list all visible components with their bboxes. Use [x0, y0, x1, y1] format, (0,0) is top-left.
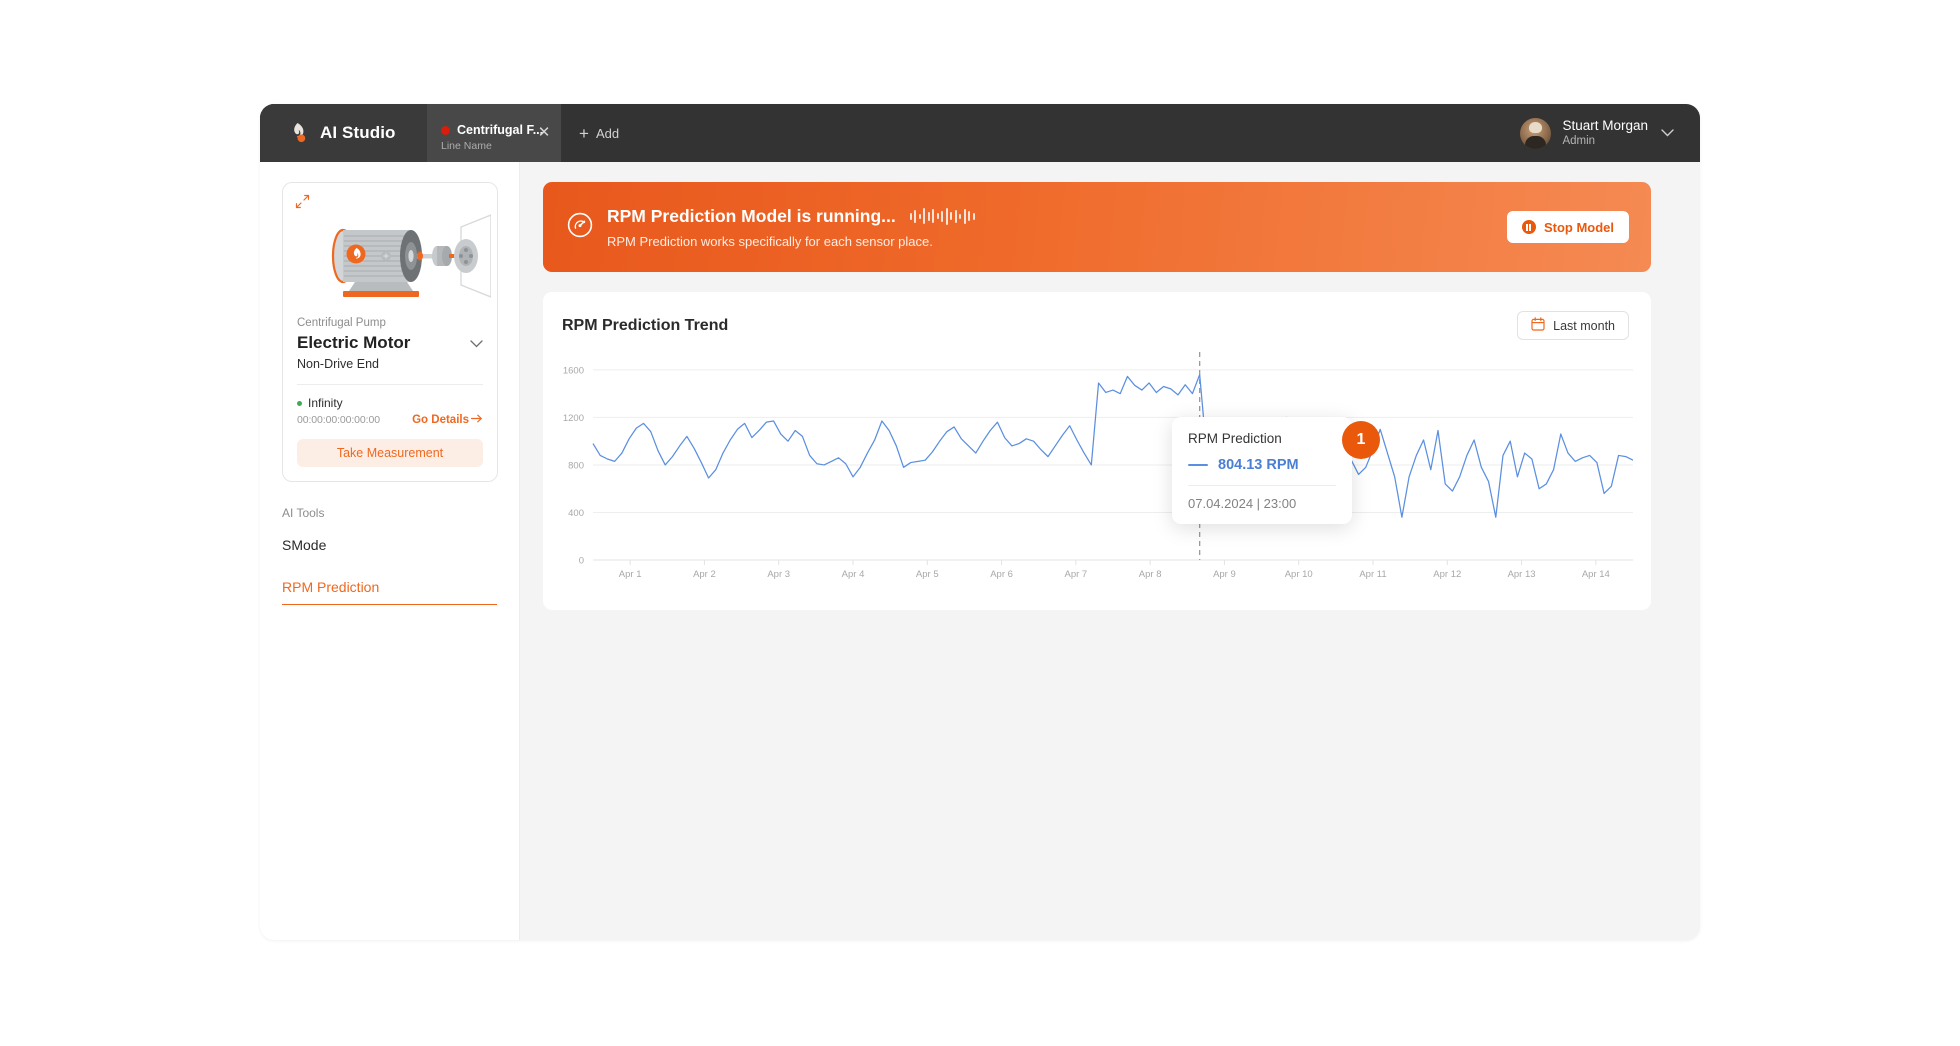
device-status: Infinity [297, 396, 483, 410]
tab-title: Centrifugal F... [457, 123, 544, 137]
svg-text:Apr 9: Apr 9 [1213, 569, 1236, 580]
svg-text:Apr 13: Apr 13 [1508, 569, 1536, 580]
app-window: AI Studio Centrifugal F... Line Name ✕ +… [260, 104, 1700, 940]
add-tab-label: Add [595, 125, 620, 141]
rpm-prediction-line-chart[interactable]: 0 400 800 1200 1600 Apr 1 Apr 2 Apr 3 Apr 4 Apr 5… [543, 350, 1651, 590]
arrow-right-icon [470, 414, 483, 426]
plus-icon: + [579, 123, 589, 143]
svg-text:Apr 5: Apr 5 [916, 569, 939, 580]
tooltip-title: RPM Prediction [1188, 431, 1282, 446]
status-label: Infinity [308, 396, 343, 410]
tooltip-divider [1188, 485, 1336, 486]
date-range-button[interactable]: Last month [1517, 311, 1629, 340]
series-color-swatch [1188, 464, 1208, 466]
stop-model-button[interactable]: Stop Model [1506, 211, 1629, 243]
chart-title: RPM Prediction Trend [562, 316, 729, 334]
calendar-icon [1531, 317, 1545, 334]
svg-text:Apr 4: Apr 4 [842, 569, 865, 580]
audio-waveform-icon [909, 207, 975, 225]
chevron-down-icon[interactable] [1661, 126, 1674, 140]
svg-text:Apr 3: Apr 3 [767, 569, 790, 580]
tooltip-value: 804.13 RPM [1218, 457, 1299, 473]
go-details-label: Go Details [412, 414, 469, 426]
chart-card: RPM Prediction Trend Last month 0 400 800 1… [543, 292, 1651, 610]
chart-plot-area: 0 400 800 1200 1600 Apr 1 Apr 2 Apr 3 Apr 4 Apr 5… [543, 350, 1651, 590]
stop-model-label: Stop Model [1543, 219, 1614, 235]
chevron-down-icon[interactable] [470, 336, 483, 351]
svg-text:1600: 1600 [563, 365, 584, 376]
date-range-label: Last month [1553, 318, 1615, 333]
user-role: Admin [1562, 135, 1596, 148]
svg-text:Apr 1: Apr 1 [619, 569, 642, 580]
sidebar-item-rpm-prediction[interactable]: RPM Prediction [282, 579, 497, 605]
chart-tooltip: RPM Prediction 804.13 RPM 07.04.2024 | 2… [1172, 417, 1380, 524]
take-measurement-button[interactable]: Take Measurement [297, 439, 483, 467]
ai-tools-heading: AI Tools [282, 506, 325, 520]
svg-text:Apr 8: Apr 8 [1139, 569, 1162, 580]
device-card: Centrifugal Pump Electric Motor Non-Driv… [282, 182, 498, 482]
status-badge: 1 [1342, 421, 1380, 459]
main-content: RPM Prediction Model is running... RPM P… [520, 162, 1700, 940]
flame-logo-icon [286, 121, 310, 145]
banner-subtitle: RPM Prediction works specifically for ea… [607, 233, 933, 249]
electric-motor-illustration [297, 207, 491, 303]
device-position: Non-Drive End [297, 357, 379, 371]
divider [297, 384, 483, 385]
svg-text:Apr 2: Apr 2 [693, 569, 716, 580]
add-tab-button[interactable]: + Add [561, 104, 637, 162]
user-text: Stuart Morgan Admin [1562, 118, 1648, 149]
device-mac-address: 00:00:00:00:00:00 [297, 414, 380, 426]
svg-text:Apr 10: Apr 10 [1285, 569, 1313, 580]
tooltip-value-row: 804.13 RPM [1188, 457, 1336, 473]
svg-text:Apr 11: Apr 11 [1359, 569, 1386, 580]
model-running-banner: RPM Prediction Model is running... RPM P… [543, 182, 1651, 272]
gauge-icon [567, 212, 593, 243]
svg-text:Apr 7: Apr 7 [1064, 569, 1087, 580]
brand-area: AI Studio [260, 104, 427, 162]
device-title-row: Electric Motor [297, 333, 483, 353]
svg-text:Apr 14: Apr 14 [1582, 569, 1610, 580]
svg-text:Apr 12: Apr 12 [1433, 569, 1461, 580]
svg-text:400: 400 [568, 508, 584, 519]
tab-centrifugal[interactable]: Centrifugal F... Line Name ✕ [427, 104, 561, 162]
status-dot [297, 400, 302, 406]
go-details-link[interactable]: Go Details [412, 414, 483, 426]
svg-text:1200: 1200 [563, 413, 584, 424]
device-category: Centrifugal Pump [297, 317, 386, 329]
banner-title: RPM Prediction Model is running... [607, 205, 896, 226]
tooltip-datetime: 07.04.2024 | 23:00 [1188, 496, 1297, 511]
brand-name: AI Studio [320, 123, 396, 142]
sidebar: Centrifugal Pump Electric Motor Non-Driv… [260, 162, 520, 940]
avatar [1520, 117, 1552, 149]
svg-text:800: 800 [568, 460, 584, 471]
user-menu[interactable]: Stuart Morgan Admin [1520, 104, 1700, 162]
device-title: Electric Motor [297, 333, 411, 352]
sidebar-item-smode[interactable]: SMode [282, 537, 497, 556]
banner-text: RPM Prediction Model is running... RPM P… [607, 206, 975, 249]
banner-title-row: RPM Prediction Model is running... [607, 206, 975, 227]
tab-subtitle: Line Name [441, 140, 492, 152]
pause-circle-icon [1521, 220, 1536, 234]
close-icon[interactable]: ✕ [537, 125, 551, 140]
device-meta-row: 00:00:00:00:00:00 Go Details [297, 414, 483, 426]
chart-header: RPM Prediction Trend Last month [543, 292, 1651, 340]
svg-text:0: 0 [579, 556, 584, 567]
user-name: Stuart Morgan [1562, 117, 1648, 133]
svg-text:Apr 6: Apr 6 [990, 569, 1013, 580]
top-bar: AI Studio Centrifugal F... Line Name ✕ +… [260, 104, 1700, 162]
tab-status-dot [441, 125, 450, 135]
